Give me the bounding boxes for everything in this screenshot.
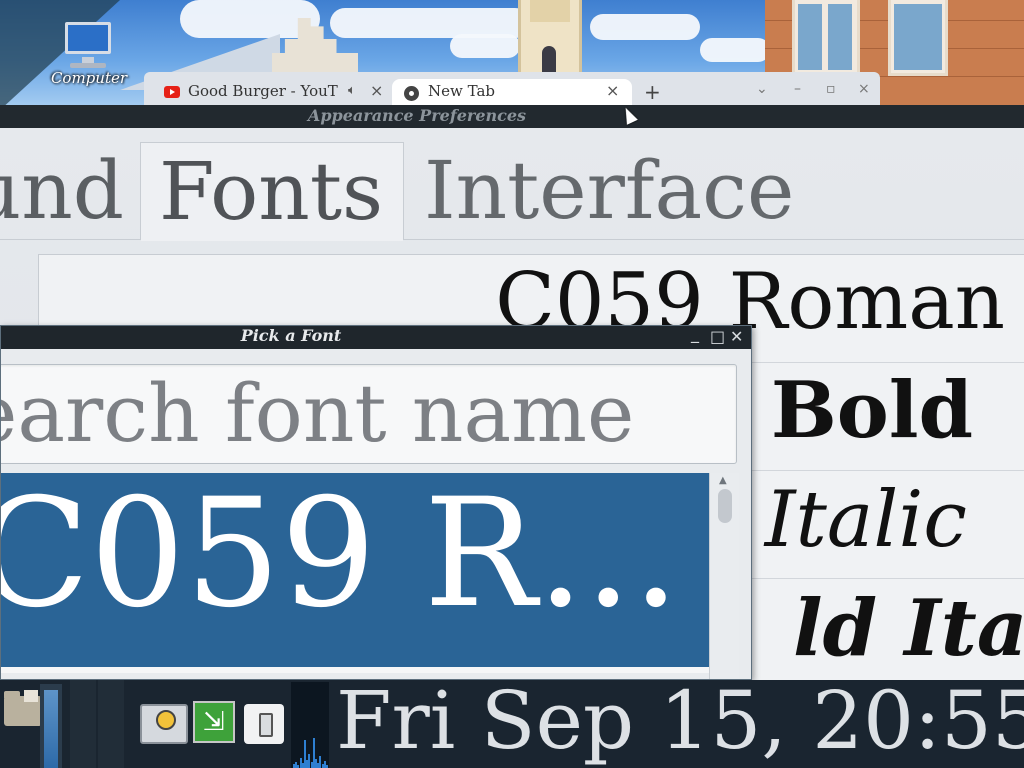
font-list-item-label: C059 R... bbox=[0, 473, 680, 641]
font-search-input[interactable]: earch font name bbox=[0, 364, 737, 464]
running-man-icon: ⇲ bbox=[203, 707, 225, 737]
tower-top bbox=[530, 0, 570, 22]
font-list[interactable]: C059 R... bbox=[0, 473, 709, 673]
taskbar: ⇲ Fri Sep 15, 20:55 bbox=[0, 674, 1024, 768]
tab-interface[interactable]: Interface bbox=[424, 142, 844, 240]
window-glass bbox=[894, 4, 942, 70]
active-tab-join bbox=[141, 238, 403, 241]
taskbar-slot[interactable] bbox=[70, 680, 96, 768]
tab-search-chevron-icon[interactable]: ⌄ bbox=[756, 81, 768, 97]
speaker-icon[interactable]: 🔈︎ bbox=[348, 83, 356, 98]
tab-label: Fonts bbox=[159, 145, 384, 238]
tab-fonts[interactable]: Fonts bbox=[140, 142, 404, 240]
browser-maximize-button[interactable]: ▫ bbox=[826, 81, 836, 97]
scroll-up-arrow-icon[interactable]: ▲ bbox=[719, 475, 727, 486]
close-icon[interactable]: ✕ bbox=[730, 327, 743, 346]
browser-minimize-button[interactable]: – bbox=[794, 81, 801, 97]
scrollbar-thumb[interactable] bbox=[718, 489, 732, 523]
tower-window bbox=[542, 46, 556, 72]
chrome-icon bbox=[404, 86, 419, 101]
window-glass bbox=[798, 4, 822, 70]
font-list-scrollbar[interactable]: ▲ bbox=[709, 473, 739, 679]
font-preview-bold: Bold bbox=[770, 365, 973, 456]
browser-tab-youtube[interactable]: Good Burger - YouT 🔈︎ × bbox=[158, 79, 394, 105]
cpu-monitor bbox=[291, 682, 329, 768]
document-icon bbox=[24, 690, 38, 702]
tab-title: Good Burger - YouT bbox=[188, 82, 338, 100]
minimize-icon[interactable]: _ bbox=[691, 326, 699, 343]
clock-settings-icon[interactable] bbox=[140, 704, 188, 744]
maximize-icon[interactable]: □ bbox=[710, 327, 725, 346]
search-placeholder: earch font name bbox=[0, 367, 635, 460]
pick-font-dialog: Pick a Font _ □ ✕ earch font name C059 R… bbox=[0, 325, 752, 680]
desktop-icon-computer[interactable]: Computer bbox=[46, 20, 132, 90]
browser-tabstrip: Good Burger - YouT 🔈︎ × New Tab × + ⌄ – … bbox=[144, 72, 880, 105]
font-preview-bold-italic: ld Ital bbox=[792, 583, 1024, 674]
taskbar-slot[interactable] bbox=[98, 680, 124, 768]
font-preview-italic: Italic bbox=[764, 475, 967, 565]
dialog-titlebar[interactable]: Pick a Font _ □ ✕ bbox=[1, 326, 751, 349]
window-glass bbox=[828, 4, 852, 70]
close-tab-icon[interactable]: × bbox=[370, 81, 383, 100]
dialog-title: Pick a Font bbox=[240, 326, 342, 345]
tab-label: und bbox=[0, 144, 124, 237]
browser-tab-new-tab[interactable]: New Tab × bbox=[392, 79, 632, 105]
appearance-window-titlebar[interactable]: Appearance Preferences bbox=[0, 105, 1024, 128]
youtube-icon bbox=[164, 86, 180, 98]
desktop-icon-label: Computer bbox=[50, 69, 128, 87]
browser-close-button[interactable]: × bbox=[858, 81, 870, 97]
volume-level bbox=[44, 690, 58, 768]
cloud bbox=[450, 34, 520, 58]
close-tab-icon[interactable]: × bbox=[606, 81, 619, 100]
new-tab-button[interactable]: + bbox=[644, 80, 661, 104]
power-switch-icon[interactable] bbox=[244, 704, 284, 744]
monitor-base bbox=[70, 63, 106, 68]
exit-icon[interactable]: ⇲ bbox=[193, 701, 235, 743]
cloud bbox=[590, 14, 700, 40]
tab-background[interactable]: und bbox=[0, 142, 138, 240]
computer-icon bbox=[65, 22, 111, 54]
font-list-item-selected[interactable]: C059 R... bbox=[0, 473, 709, 667]
tab-title: New Tab bbox=[428, 82, 495, 100]
tab-label: Interface bbox=[424, 144, 795, 237]
cloud bbox=[700, 38, 770, 62]
window-title: Appearance Preferences bbox=[307, 106, 527, 125]
taskbar-clock[interactable]: Fri Sep 15, 20:55 bbox=[336, 674, 1024, 767]
